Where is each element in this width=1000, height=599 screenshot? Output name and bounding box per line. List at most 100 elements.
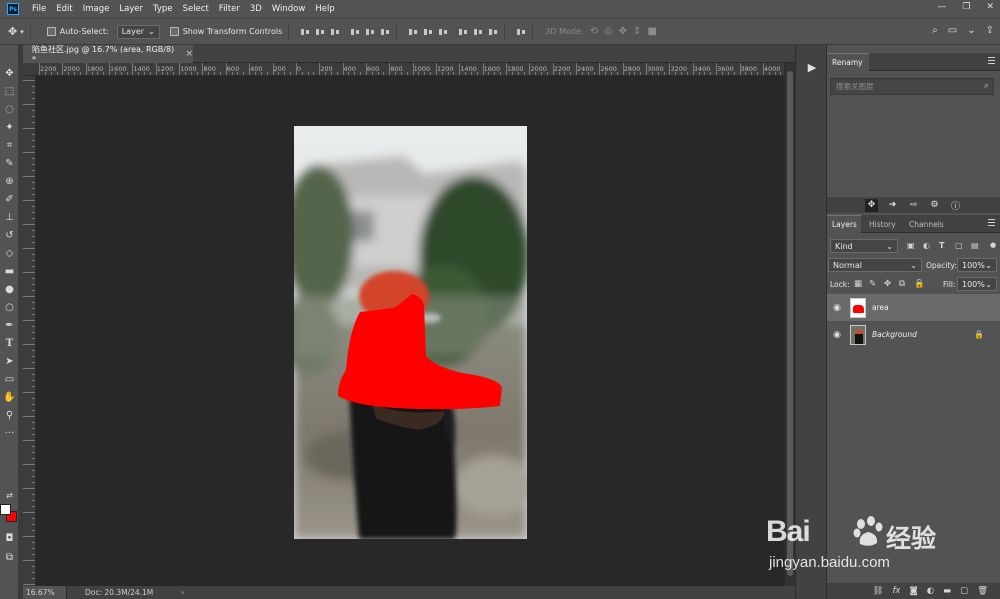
pen-tool-icon[interactable]: ✒	[0, 316, 19, 334]
3d-slide-icon[interactable]: ⇕	[633, 26, 641, 37]
clone-stamp-tool-icon[interactable]: ⊥	[0, 208, 19, 226]
layer-name-background[interactable]: Background	[872, 330, 917, 339]
fill-field[interactable]: 100% ⌄	[957, 277, 997, 291]
move-tool-icon[interactable]: ✥	[865, 198, 878, 212]
zoom-tool-icon[interactable]: ⚲	[0, 406, 19, 424]
menu-3d[interactable]: 3D	[245, 4, 267, 14]
status-menu-arrow-icon[interactable]: ›	[181, 588, 184, 597]
align-hcenter-icon[interactable]	[365, 27, 375, 37]
align-right-icon[interactable]	[380, 27, 390, 37]
foreground-color-swatch[interactable]	[0, 504, 11, 515]
opacity-field[interactable]: 100% ⌄	[957, 258, 997, 272]
tab-channels[interactable]: Channels	[904, 215, 949, 233]
rectangle-tool-icon[interactable]: ▭	[0, 370, 19, 388]
menu-select[interactable]: Select	[178, 4, 214, 14]
distribute-hcenter-icon[interactable]	[473, 27, 483, 37]
document-tab[interactable]: 陷鱼社区.jpg @ 16.7% (area, RGB/8) * ×	[23, 45, 193, 64]
distribute-top-icon[interactable]	[408, 27, 418, 37]
menu-window[interactable]: Window	[267, 4, 311, 14]
share-icon[interactable]: ⇪	[986, 25, 994, 36]
menu-file[interactable]: File	[27, 4, 51, 14]
distribute-left-icon[interactable]	[458, 27, 468, 37]
minimize-button[interactable]: —	[937, 2, 946, 12]
brush-tool-icon[interactable]: ✐	[0, 190, 19, 208]
fx-icon[interactable]: fx	[892, 586, 900, 596]
gear-icon[interactable]: ⚙	[928, 199, 941, 212]
tab-layers[interactable]: Layers	[827, 215, 861, 233]
3d-camera-icon[interactable]: ■	[647, 26, 656, 37]
marquee-tool-icon[interactable]: ⬚	[0, 82, 19, 100]
move-tool-icon[interactable]: ✥	[8, 25, 17, 38]
lock-artboard-icon[interactable]: ⧉	[899, 279, 905, 289]
blend-mode-dropdown[interactable]: Normal ⌄	[828, 258, 922, 272]
type-tool-icon[interactable]: T	[0, 334, 19, 352]
auto-select-target-dropdown[interactable]: Layer ⌄	[116, 24, 160, 39]
shape-filter-icon[interactable]: ▢	[955, 241, 963, 250]
workspace-icon[interactable]: ▭	[948, 25, 957, 36]
crop-tool-icon[interactable]: ⌗	[0, 136, 19, 154]
filter-toggle-icon[interactable]: ●	[990, 241, 996, 249]
3d-roll-icon[interactable]: ◎	[604, 26, 613, 37]
lock-position-icon[interactable]: ✥	[884, 279, 891, 289]
show-transform-checkbox[interactable]	[169, 27, 179, 36]
lock-transparent-icon[interactable]: ▦	[854, 279, 862, 289]
close-icon[interactable]: ×	[185, 49, 193, 59]
magic-wand-tool-icon[interactable]: ✦	[0, 118, 19, 136]
eye-icon[interactable]: ◉	[827, 330, 847, 340]
search-icon[interactable]: ⌕	[984, 81, 989, 91]
menu-layer[interactable]: Layer	[114, 4, 148, 14]
eyedropper-tool-icon[interactable]: ✎	[0, 154, 19, 172]
trash-icon[interactable]: 🗑	[977, 586, 988, 596]
kind-filter-dropdown[interactable]: Kind ⌄	[830, 239, 898, 253]
vertical-ruler[interactable]	[23, 76, 36, 586]
move-tool-icon[interactable]: ✥	[0, 64, 19, 82]
more-tools-icon[interactable]: ···	[0, 424, 19, 442]
align-bottom-icon[interactable]	[330, 27, 340, 37]
layer-name-area[interactable]: area	[872, 303, 889, 312]
align-left-icon[interactable]	[350, 27, 360, 37]
quick-mask-icon[interactable]: ◘	[0, 529, 19, 547]
hand-tool-icon[interactable]: ✋	[0, 388, 19, 406]
group-icon[interactable]: ▬	[943, 586, 951, 596]
3d-pan-icon[interactable]: ✥	[619, 26, 627, 37]
new-layer-icon[interactable]: ▢	[960, 586, 968, 596]
dodge-tool-icon[interactable]: ○	[0, 298, 19, 316]
lock-all-icon[interactable]: 🔒	[914, 279, 925, 289]
smart-object-filter-icon[interactable]: ▤	[971, 241, 979, 250]
history-brush-tool-icon[interactable]: ↺	[0, 226, 19, 244]
vertical-scrollbar[interactable]	[784, 63, 795, 586]
export-icon[interactable]: ⇨	[907, 199, 920, 212]
panel-menu-icon[interactable]	[988, 219, 995, 226]
eye-icon[interactable]: ◉	[827, 303, 847, 313]
close-window-button[interactable]: ✕	[986, 2, 994, 12]
adjustment-icon[interactable]: ◐	[927, 586, 934, 596]
healing-brush-tool-icon[interactable]: ⊕	[0, 172, 19, 190]
info-icon[interactable]: ⓘ	[949, 199, 962, 212]
pixel-filter-icon[interactable]: ▣	[907, 241, 915, 250]
search-icon[interactable]: ⌕	[932, 25, 938, 36]
swap-colors-icon[interactable]: ⇄	[0, 486, 19, 504]
gradient-tool-icon[interactable]: ▬	[0, 262, 19, 280]
play-icon[interactable]: ▶	[804, 59, 820, 75]
eraser-tool-icon[interactable]: ◇	[0, 244, 19, 262]
auto-select-checkbox[interactable]	[46, 27, 56, 36]
align-top-icon[interactable]	[300, 27, 310, 37]
zoom-level-field[interactable]: 16.67%	[23, 586, 67, 599]
link-icon[interactable]: ⛓	[873, 586, 884, 596]
menu-image[interactable]: Image	[78, 4, 115, 14]
3d-orbit-icon[interactable]: ⟲	[590, 26, 598, 37]
distribute-right-icon[interactable]	[488, 27, 498, 37]
arrow-right-icon[interactable]: ➜	[886, 199, 899, 212]
adjustment-filter-icon[interactable]: ◐	[923, 241, 930, 250]
layer-row-background[interactable]: ◉ Background 🔒	[827, 321, 1000, 348]
tool-preset-chevron-icon[interactable]: ▾	[20, 28, 24, 36]
distribute-bottom-icon[interactable]	[438, 27, 448, 37]
mask-icon[interactable]: ◙	[909, 586, 917, 596]
layer-row-area[interactable]: ◉ area	[827, 294, 1000, 321]
scrollbar-thumb[interactable]	[787, 71, 793, 576]
chevron-down-icon[interactable]: ⌄	[967, 25, 975, 36]
auto-align-icon[interactable]	[516, 27, 526, 37]
document-image[interactable]	[294, 126, 527, 539]
tab-history[interactable]: History	[864, 215, 901, 233]
blur-tool-icon[interactable]: ●	[0, 280, 19, 298]
